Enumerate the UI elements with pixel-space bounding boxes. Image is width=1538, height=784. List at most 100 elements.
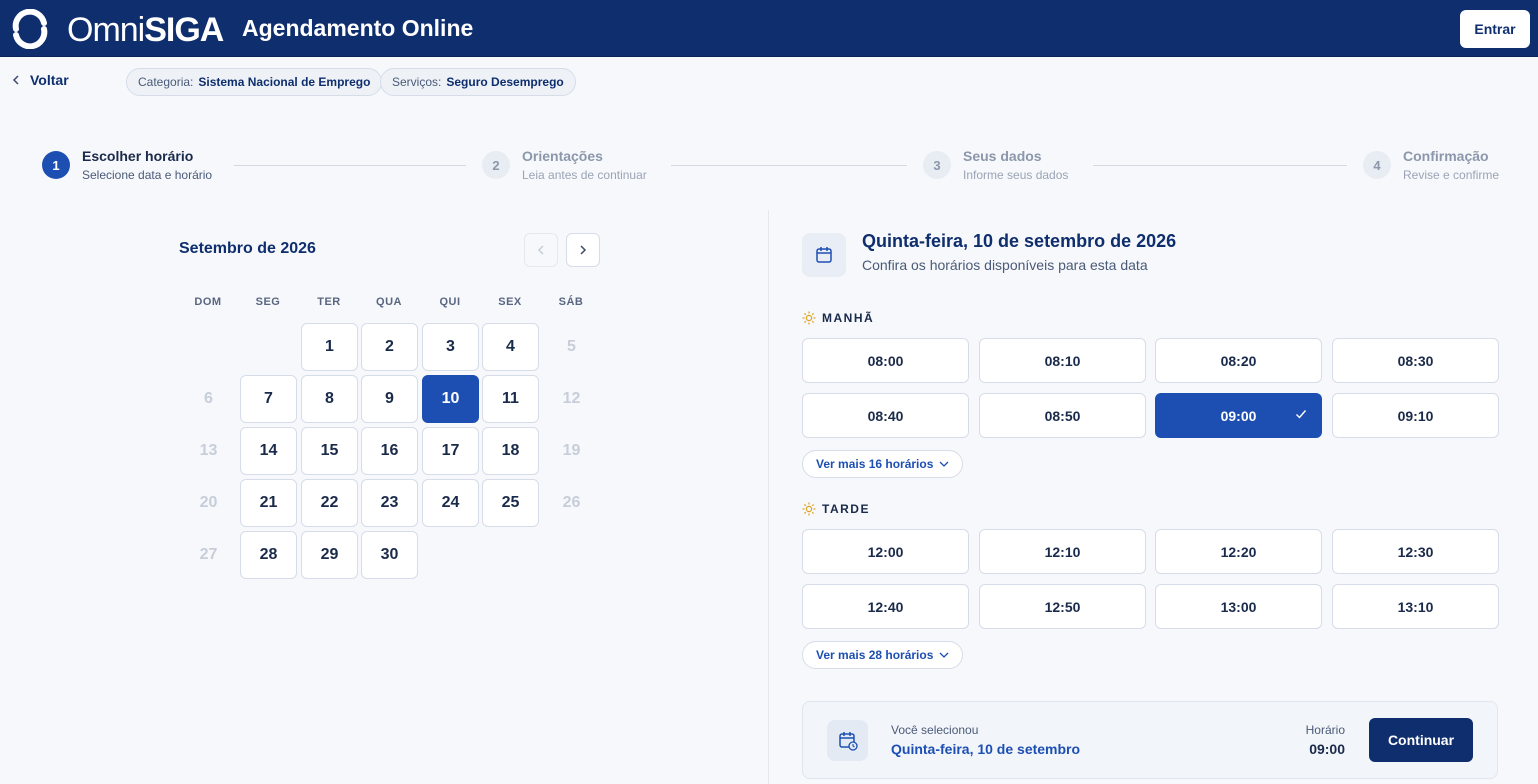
chevron-left-icon [537, 245, 544, 255]
calendar-day[interactable]: 2 [361, 323, 418, 371]
calendar-clock-icon [827, 720, 868, 761]
back-label: Voltar [30, 72, 69, 88]
step-title-4: Confirmação [1403, 148, 1489, 164]
weekday-label: TER [317, 296, 341, 308]
category-chip: Categoria: Sistema Nacional de Emprego [126, 68, 383, 96]
calendar-month-title: Setembro de 2026 [179, 240, 316, 257]
top-bar: OmniSIGA Agendamento Online Entrar [0, 0, 1538, 57]
time-slot-label: 08:20 [1220, 352, 1257, 369]
step-subtitle-1: Selecione data e horário [82, 168, 213, 182]
step-connector [234, 165, 466, 166]
time-slot[interactable]: 13:10 [1332, 584, 1499, 629]
calendar-day: 6 [204, 390, 213, 407]
calendar-day[interactable]: 18 [482, 427, 539, 475]
step-number-2: 2 [482, 151, 510, 179]
time-slot[interactable]: 12:40 [802, 584, 969, 629]
back-link[interactable]: Voltar [12, 72, 69, 88]
calendar-icon [802, 233, 846, 277]
weekday-label: SÁB [558, 296, 584, 308]
weekday-label: QUA [376, 296, 402, 308]
calendar-day[interactable]: 23 [361, 479, 418, 527]
sun-icon [802, 502, 816, 516]
time-slot[interactable]: 12:00 [802, 529, 969, 574]
time-slot-label: 12:40 [867, 598, 904, 615]
time-slot[interactable]: 13:00 [1155, 584, 1322, 629]
calendar-day[interactable]: 16 [361, 427, 418, 475]
time-slot-label: 12:10 [1044, 543, 1081, 560]
show-more-morning-button[interactable]: Ver mais 16 horários [802, 450, 964, 478]
show-more-afternoon-button[interactable]: Ver mais 28 horários [802, 641, 964, 669]
calendar-day: 13 [199, 442, 218, 459]
time-slot-label: 08:00 [867, 352, 904, 369]
calendar-day[interactable]: 7 [240, 375, 297, 423]
time-slot[interactable]: 08:20 [1155, 338, 1322, 383]
time-slot-selected[interactable]: 09:00 [1155, 393, 1322, 438]
calendar-day[interactable]: 8 [301, 375, 358, 423]
time-slot[interactable]: 09:10 [1332, 393, 1499, 438]
summary-date: Quinta-feira, 10 de setembro [891, 741, 1081, 757]
calendar-day[interactable]: 11 [482, 375, 539, 423]
chip-key: Categoria: [138, 75, 194, 89]
calendar-day[interactable]: 4 [482, 323, 539, 371]
calendar-day: 5 [567, 338, 576, 355]
calendar-day[interactable]: 3 [422, 323, 479, 371]
calendar-day[interactable]: 9 [361, 375, 418, 423]
calendar-day[interactable]: 14 [240, 427, 297, 475]
weekday-label: SEX [498, 296, 522, 308]
omnisiga-logo-icon [12, 9, 48, 49]
period-label: MANHÃ [822, 311, 875, 325]
calendar-day[interactable]: 21 [240, 479, 297, 527]
step-subtitle-4: Revise e confirme [1403, 168, 1500, 182]
time-slot[interactable]: 12:50 [979, 584, 1146, 629]
continue-button[interactable]: Continuar [1369, 718, 1473, 762]
calendar-day[interactable]: 22 [301, 479, 358, 527]
summary-time-label: Horário [1305, 723, 1345, 737]
calendar-day: 19 [562, 442, 581, 459]
time-slot-label: 08:50 [1044, 407, 1081, 424]
calendar-day[interactable]: 30 [361, 531, 418, 579]
chevron-down-icon [939, 652, 949, 658]
calendar-day: 20 [199, 494, 218, 511]
check-icon [1296, 410, 1307, 419]
summary-time: 09:00 [1309, 741, 1345, 757]
afternoon-section-label: TARDE [802, 502, 870, 516]
time-slot[interactable]: 08:30 [1332, 338, 1499, 383]
step-title-1: Escolher horário [82, 148, 194, 164]
time-slot[interactable]: 12:10 [979, 529, 1146, 574]
calendar-day: 26 [562, 494, 581, 511]
step-connector [1093, 165, 1347, 166]
calendar-day[interactable]: 25 [482, 479, 539, 527]
step-connector [671, 165, 907, 166]
calendar-day[interactable]: 15 [301, 427, 358, 475]
chevron-down-icon [939, 461, 949, 467]
calendar-day[interactable]: 29 [301, 531, 358, 579]
prev-month-button[interactable] [524, 233, 558, 267]
more-label: Ver mais 28 horários [816, 648, 934, 662]
next-month-button[interactable] [566, 233, 600, 267]
calendar-day[interactable]: 17 [422, 427, 479, 475]
login-button[interactable]: Entrar [1460, 10, 1530, 48]
selection-summary: Você selecionou Quinta-feira, 10 de sete… [802, 701, 1498, 779]
step-subtitle-2: Leia antes de continuar [522, 168, 647, 182]
calendar-day[interactable]: 1 [301, 323, 358, 371]
panel-divider [768, 210, 769, 784]
time-slot[interactable]: 08:40 [802, 393, 969, 438]
calendar-day[interactable]: 28 [240, 531, 297, 579]
time-slot[interactable]: 08:50 [979, 393, 1146, 438]
chevron-left-icon [12, 75, 19, 85]
time-slot-label: 12:00 [867, 543, 904, 560]
calendar-day: 12 [562, 390, 581, 407]
time-slot[interactable]: 12:20 [1155, 529, 1322, 574]
sun-icon [802, 311, 816, 325]
time-slot[interactable]: 08:00 [802, 338, 969, 383]
morning-section-label: MANHÃ [802, 311, 874, 325]
time-slot-label: 08:10 [1044, 352, 1081, 369]
logo-wordmark-light: Omni [67, 11, 145, 49]
time-slot[interactable]: 12:30 [1332, 529, 1499, 574]
more-label: Ver mais 16 horários [816, 457, 934, 471]
calendar-day[interactable]: 24 [422, 479, 479, 527]
chip-key: Serviços: [392, 75, 442, 89]
time-slot[interactable]: 08:10 [979, 338, 1146, 383]
calendar-day-selected[interactable]: 10 [422, 375, 479, 423]
selected-date-subtitle: Confira os horários disponíveis para est… [862, 257, 1148, 273]
